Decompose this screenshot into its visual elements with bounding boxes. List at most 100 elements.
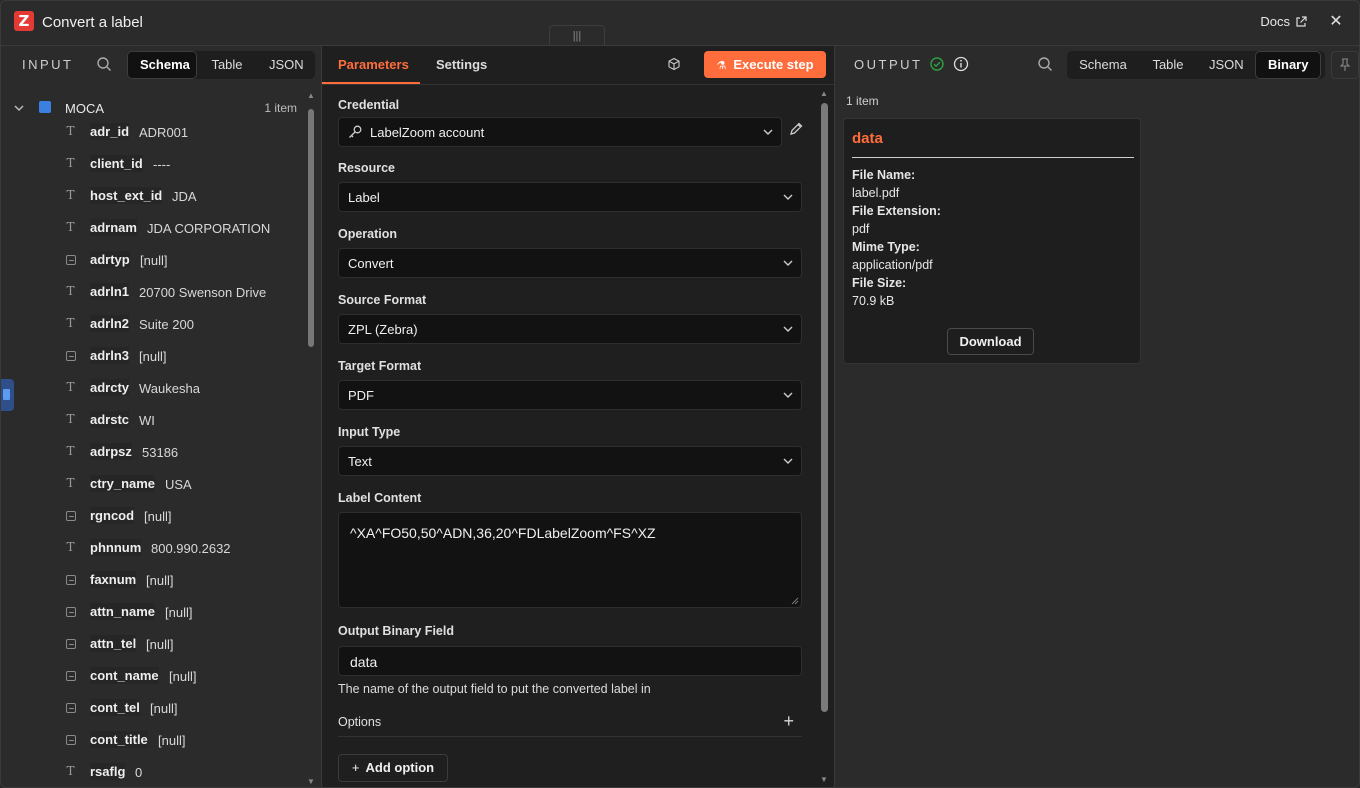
input-search-icon[interactable]: [96, 56, 112, 72]
field-key[interactable]: adrtyp: [90, 251, 130, 268]
output-tab-binary[interactable]: Binary: [1255, 51, 1321, 79]
scroll-up-arrow-icon[interactable]: ▲: [820, 89, 828, 98]
operation-select[interactable]: Convert: [338, 248, 802, 278]
schema-field-row[interactable]: Tadrnam JDA CORPORATION: [1, 215, 305, 241]
input-tab-table[interactable]: Table: [197, 51, 257, 79]
field-key[interactable]: adrpsz: [90, 443, 132, 460]
scroll-up-arrow-icon[interactable]: ▲: [307, 91, 315, 100]
download-button[interactable]: Download: [947, 328, 1034, 355]
add-option-plus-icon[interactable]: +: [783, 711, 794, 732]
field-key[interactable]: cont_title: [90, 731, 148, 748]
schema-field-row[interactable]: Tadr_id ADR001: [1, 119, 305, 145]
field-key[interactable]: cont_name: [90, 667, 159, 684]
target-format-select[interactable]: PDF: [338, 380, 802, 410]
field-key[interactable]: rgncod: [90, 507, 135, 524]
scroll-down-arrow-icon[interactable]: ▼: [820, 775, 828, 784]
field-key[interactable]: attn_name: [90, 603, 156, 620]
field-key[interactable]: adrcty: [90, 379, 130, 396]
label-content-value: ^XA^FO50,50^ADN,36,20^FDLabelZoom^FS^XZ: [350, 525, 656, 541]
side-panel-toggle-icon[interactable]: [1, 379, 14, 411]
input-type-select[interactable]: Text: [338, 446, 802, 476]
schema-field-row[interactable]: Tadrln1 20700 Swenson Drive: [1, 279, 305, 305]
file-size-value: 70.9 kB: [852, 294, 895, 308]
schema-field-row[interactable]: adrln3 [null]: [1, 343, 305, 369]
field-key[interactable]: cont_tel: [90, 699, 140, 716]
schema-field-row[interactable]: cont_tel [null]: [1, 695, 305, 721]
source-format-select[interactable]: ZPL (Zebra): [338, 314, 802, 344]
parameters-tab-bar: Parameters Settings ⚗ Execute step: [322, 46, 834, 85]
schema-field-row[interactable]: cont_title [null]: [1, 727, 305, 753]
schema-field-row[interactable]: Trsaflg 0: [1, 759, 305, 785]
execute-step-button[interactable]: ⚗ Execute step: [704, 51, 826, 78]
schema-field-row[interactable]: cont_name [null]: [1, 663, 305, 689]
tab-settings[interactable]: Settings: [436, 57, 487, 72]
schema-field-row[interactable]: Tadrpsz 53186: [1, 439, 305, 465]
schema-field-row[interactable]: Tclient_id ----: [1, 151, 305, 177]
input-scrollbar[interactable]: ▲ ▼: [306, 91, 316, 786]
field-key[interactable]: phnnum: [90, 539, 142, 556]
schema-field-row[interactable]: attn_name [null]: [1, 599, 305, 625]
input-view-tabs: Schema Table JSON: [127, 51, 315, 79]
field-key[interactable]: rsaflg: [90, 763, 126, 780]
binary-title: data: [852, 130, 883, 147]
docs-link[interactable]: Docs: [1260, 14, 1307, 29]
field-key[interactable]: adr_id: [90, 123, 130, 140]
output-search-icon[interactable]: [1037, 56, 1053, 72]
field-key[interactable]: ctry_name: [90, 475, 156, 492]
field-key[interactable]: faxnum: [90, 571, 137, 588]
null-type-icon: [66, 351, 76, 361]
options-section: Options +: [338, 709, 802, 737]
field-key[interactable]: adrnam: [90, 219, 137, 236]
input-scroll-thumb[interactable]: [308, 109, 314, 347]
flask-icon: ⚗: [716, 60, 727, 72]
field-key[interactable]: adrln3: [90, 347, 130, 364]
schema-field-row[interactable]: rgncod [null]: [1, 503, 305, 529]
field-key[interactable]: attn_tel: [90, 635, 137, 652]
parameters-scrollbar[interactable]: ▲ ▼: [819, 89, 831, 786]
labelzoom-logo-icon: Z: [14, 11, 34, 31]
panel-drag-handle[interactable]: |||: [549, 25, 605, 45]
tab-parameters[interactable]: Parameters: [338, 57, 409, 72]
input-tab-schema[interactable]: Schema: [127, 51, 197, 79]
parameters-scroll-thumb[interactable]: [821, 103, 828, 712]
schema-field-row[interactable]: Tadrstc WI: [1, 407, 305, 433]
schema-field-row[interactable]: Tadrcty Waukesha: [1, 375, 305, 401]
chevron-down-icon[interactable]: [13, 102, 25, 114]
schema-field-row[interactable]: faxnum [null]: [1, 567, 305, 593]
credential-select[interactable]: LabelZoom account: [338, 117, 782, 147]
pin-data-button[interactable]: [1331, 51, 1359, 79]
scroll-down-arrow-icon[interactable]: ▼: [307, 777, 315, 786]
field-key[interactable]: adrstc: [90, 411, 130, 428]
output-tab-table[interactable]: Table: [1139, 51, 1197, 79]
credential-value: LabelZoom account: [370, 125, 485, 140]
close-button[interactable]: ✕: [1327, 11, 1345, 31]
output-binary-field-hint: The name of the output field to put the …: [338, 682, 651, 696]
field-value: [null]: [146, 573, 174, 588]
schema-field-row[interactable]: attn_tel [null]: [1, 631, 305, 657]
label-content-textarea[interactable]: ^XA^FO50,50^ADN,36,20^FDLabelZoom^FS^XZ: [338, 512, 802, 608]
docs-label: Docs: [1260, 14, 1290, 29]
schema-field-row[interactable]: Tctry_name USA: [1, 471, 305, 497]
output-tab-schema[interactable]: Schema: [1067, 51, 1139, 79]
resize-grip-icon[interactable]: [791, 597, 799, 605]
field-key[interactable]: adrln2: [90, 315, 130, 332]
field-key[interactable]: client_id: [90, 155, 143, 172]
edit-credential-pencil-icon[interactable]: [788, 121, 804, 137]
tree-root-row[interactable]: MOCA 1 item: [1, 96, 305, 120]
source-format-value: ZPL (Zebra): [348, 322, 418, 337]
info-icon[interactable]: [953, 56, 969, 72]
schema-field-row[interactable]: adrtyp [null]: [1, 247, 305, 273]
schema-field-row[interactable]: Tphnnum 800.990.2632: [1, 535, 305, 561]
field-key[interactable]: host_ext_id: [90, 187, 163, 204]
cube-icon[interactable]: [667, 57, 681, 71]
title-bar: Z Convert a label Docs ✕: [1, 1, 1359, 45]
field-key[interactable]: adrln1: [90, 283, 130, 300]
null-type-icon: [66, 575, 76, 585]
output-binary-field-input[interactable]: data: [338, 646, 802, 676]
resource-select[interactable]: Label: [338, 182, 802, 212]
schema-field-row[interactable]: Tadrln2 Suite 200: [1, 311, 305, 337]
output-tab-json[interactable]: JSON: [1197, 51, 1255, 79]
add-option-button[interactable]: + Add option: [338, 754, 448, 782]
input-tab-json[interactable]: JSON: [257, 51, 315, 79]
schema-field-row[interactable]: Thost_ext_id JDA: [1, 183, 305, 209]
